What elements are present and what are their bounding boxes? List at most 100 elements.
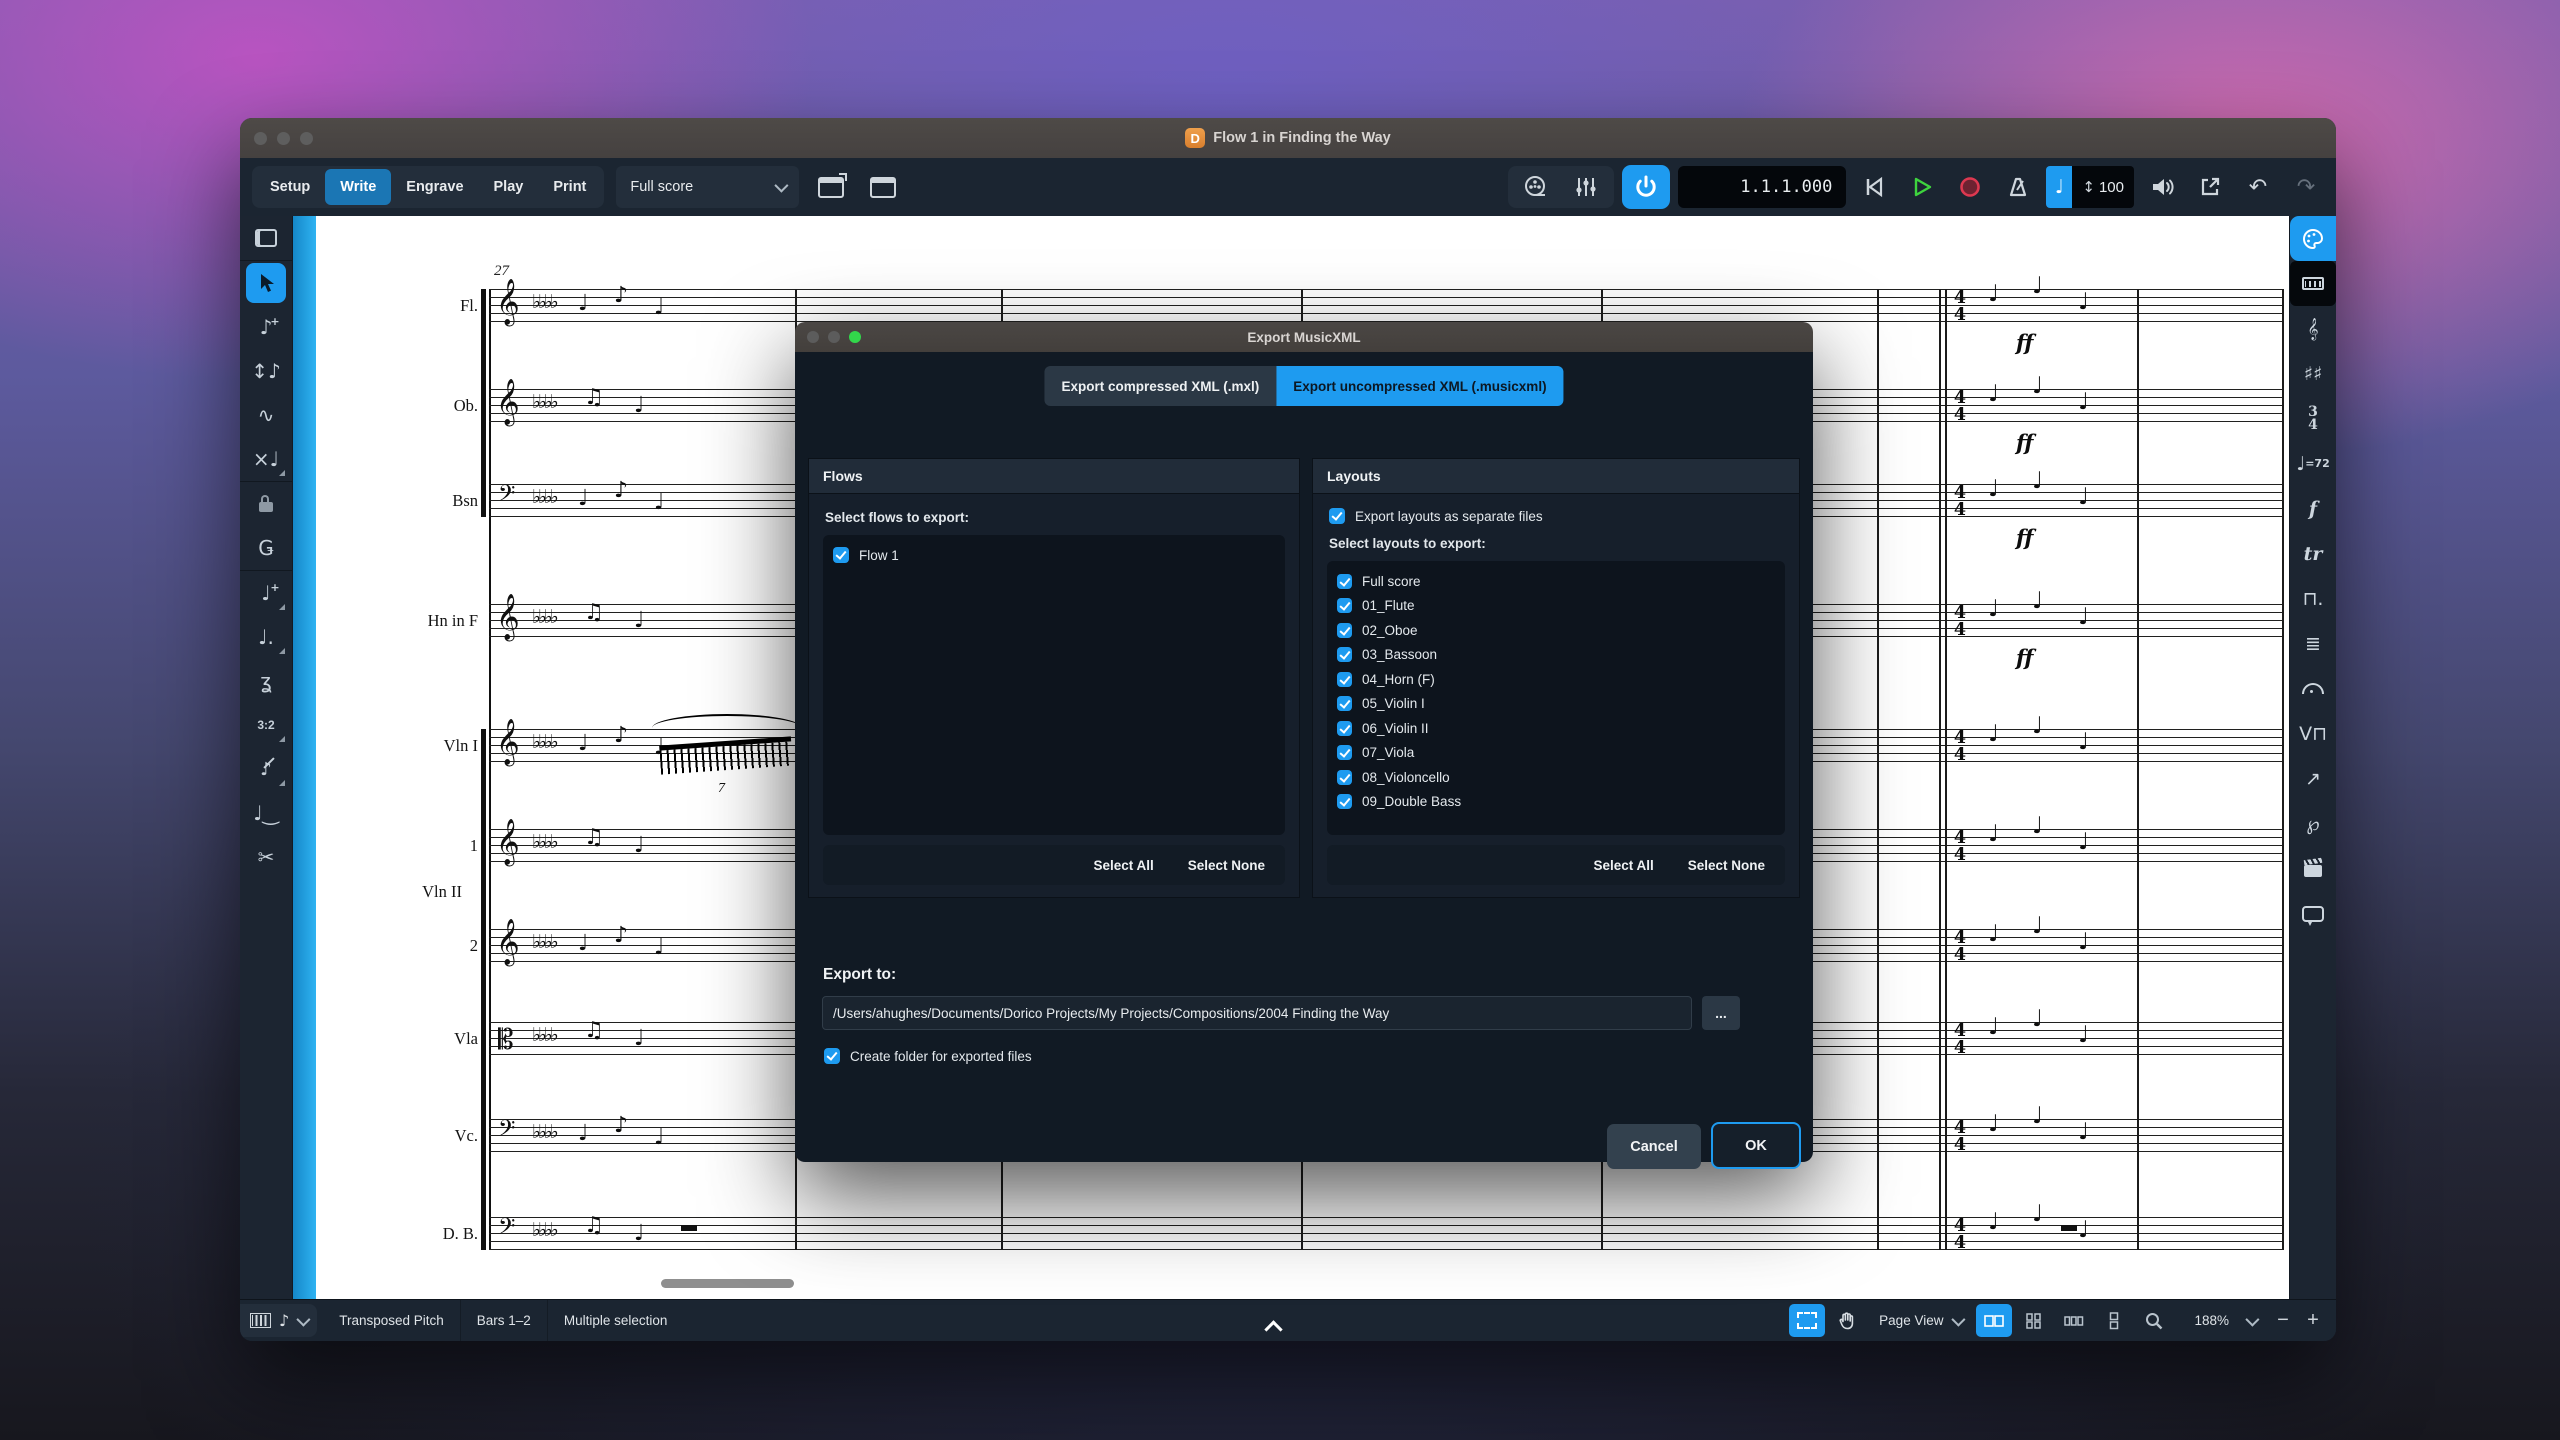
ornament-tool[interactable]: ∿ [240, 393, 292, 437]
metronome-click-button[interactable] [1998, 166, 2038, 208]
vertical-view-button[interactable] [2096, 1304, 2132, 1337]
rest-tool[interactable]: ʓ [240, 659, 292, 703]
ornaments-panel[interactable]: tr [2290, 531, 2336, 576]
layout-list-item[interactable]: 04_Horn (F) [1337, 667, 1775, 692]
lines-panel[interactable]: ↗ [2290, 756, 2336, 801]
layout-checkbox[interactable] [1337, 574, 1352, 589]
hand-tool-button[interactable] [1829, 1304, 1865, 1337]
playing-techniques-panel[interactable]: ≣ [2290, 621, 2336, 666]
record-button[interactable] [1950, 166, 1990, 208]
clef-tool[interactable]: Ǥ [240, 526, 292, 570]
collapse-panel-chevron[interactable] [1267, 1321, 1281, 1329]
mode-tab-play[interactable]: Play [479, 169, 539, 205]
layout-select[interactable]: Full score [616, 166, 799, 208]
mode-tab-setup[interactable]: Setup [255, 169, 325, 205]
export-format-tab-1[interactable]: Export uncompressed XML (.musicxml) [1276, 366, 1563, 406]
zoom-level-select[interactable]: 188% [2174, 1300, 2268, 1341]
layout-list-item[interactable]: 08_Violoncello [1337, 765, 1775, 790]
tempo-panel[interactable]: ♩=72 [2290, 441, 2336, 486]
zoom-tool-button[interactable] [2136, 1304, 2172, 1337]
browse-button[interactable]: ... [1702, 996, 1740, 1030]
zoom-out-button[interactable]: − [2268, 1309, 2298, 1332]
layout-checkbox[interactable] [1337, 672, 1352, 687]
horizontal-scrollbar[interactable] [661, 1279, 794, 1288]
layout-checkbox[interactable] [1337, 696, 1352, 711]
tie-tool[interactable]: ♩‿ [240, 791, 292, 835]
bowing-panel[interactable]: V⊓ [2290, 711, 2336, 756]
horizontal-view-button[interactable] [2056, 1304, 2092, 1337]
note-input-tool[interactable]: ♪+ [240, 305, 292, 349]
pitch-transpose-tool[interactable]: ↕♪ [240, 349, 292, 393]
flows-select-none-button[interactable]: Select None [1188, 858, 1265, 873]
play-button[interactable] [1902, 166, 1942, 208]
onscreen-keyboard-panel[interactable] [2290, 261, 2336, 306]
mode-tab-engrave[interactable]: Engrave [391, 169, 478, 205]
single-window-button[interactable] [863, 166, 903, 208]
layout-list-item[interactable]: Full score [1337, 569, 1775, 594]
tempo-control[interactable]: ♩ ↕100 [2046, 166, 2134, 208]
mode-tab-print[interactable]: Print [538, 169, 601, 205]
mixer-faders-icon[interactable] [1566, 166, 1606, 208]
panel-toggle[interactable] [240, 216, 292, 260]
activate-project-button[interactable] [1622, 165, 1670, 209]
video-panel[interactable] [2290, 846, 2336, 891]
pitch-mode-status[interactable]: Transposed Pitch [323, 1300, 461, 1341]
export-path-input[interactable]: /Users/ahughes/Documents/Dorico Projects… [822, 996, 1692, 1030]
comments-panel[interactable] [2290, 891, 2336, 936]
rhythmic-grid-chip[interactable]: ♪ [240, 1304, 317, 1337]
scissors-tool[interactable]: ✂ [240, 835, 292, 879]
select-tool[interactable] [240, 260, 292, 305]
view-mode-select[interactable]: Page View [1867, 1300, 1974, 1341]
dynamics-panel[interactable]: f [2290, 486, 2336, 531]
layout-list-item[interactable]: 07_Viola [1337, 741, 1775, 766]
export-format-tab-0[interactable]: Export compressed XML (.mxl) [1044, 366, 1276, 406]
grace-note-tool[interactable]: ♪ [240, 747, 292, 791]
dialog-minimize-button[interactable] [828, 331, 840, 343]
mode-tab-write[interactable]: Write [325, 169, 391, 205]
export-layouts-separate-checkbox[interactable] [1329, 508, 1345, 524]
flow-checkbox[interactable] [833, 547, 849, 563]
undo-button[interactable]: ↶ [2238, 166, 2278, 208]
notations-panel-toggle[interactable] [2290, 216, 2336, 261]
holds-pauses-panel[interactable] [2290, 666, 2336, 711]
repeats-panel[interactable]: ⊓. [2290, 576, 2336, 621]
go-to-start-button[interactable] [1854, 166, 1894, 208]
notehead-tool[interactable]: ×♩ [240, 437, 292, 481]
grid-view-button[interactable] [2016, 1304, 2052, 1337]
cancel-button[interactable]: Cancel [1607, 1124, 1701, 1169]
time-signatures-panel[interactable]: 34 [2290, 396, 2336, 441]
layout-checkbox[interactable] [1337, 794, 1352, 809]
clefs-panel[interactable]: 𝄞 [2290, 306, 2336, 351]
tuplet-tool[interactable]: 3:2 [240, 703, 292, 747]
volume-button[interactable] [2142, 166, 2182, 208]
chord-input-tool[interactable]: ♩+ [240, 570, 292, 615]
layouts-select-all-button[interactable]: Select All [1593, 858, 1653, 873]
pedal-panel[interactable]: ℘ [2290, 801, 2336, 846]
new-tab-button[interactable] [811, 166, 851, 208]
layout-list-item[interactable]: 06_Violin II [1337, 716, 1775, 741]
dialog-close-button[interactable] [807, 331, 819, 343]
redo-button[interactable]: ↷ [2286, 166, 2326, 208]
video-reel-icon[interactable] [1516, 166, 1556, 208]
layout-checkbox[interactable] [1337, 598, 1352, 613]
layouts-select-none-button[interactable]: Select None [1688, 858, 1765, 873]
marquee-tool-button[interactable] [1789, 1304, 1825, 1337]
layout-list-item[interactable]: 05_Violin I [1337, 692, 1775, 717]
layout-checkbox[interactable] [1337, 745, 1352, 760]
layout-checkbox[interactable] [1337, 770, 1352, 785]
layout-checkbox[interactable] [1337, 647, 1352, 662]
external-editor-button[interactable] [2190, 166, 2230, 208]
layout-list-item[interactable]: 02_Oboe [1337, 618, 1775, 643]
spreads-view-button[interactable] [1976, 1304, 2012, 1337]
lock-tool[interactable] [240, 481, 292, 526]
dotted-note-tool[interactable]: ♩. [240, 615, 292, 659]
flows-select-all-button[interactable]: Select All [1093, 858, 1153, 873]
layout-checkbox[interactable] [1337, 623, 1352, 638]
dialog-zoom-button[interactable] [849, 331, 861, 343]
layout-list-item[interactable]: 09_Double Bass [1337, 790, 1775, 815]
create-folder-checkbox[interactable] [824, 1048, 840, 1064]
key-signatures-panel[interactable]: ♯♯ [2290, 351, 2336, 396]
flow-list-item[interactable]: Flow 1 [833, 543, 1275, 568]
layout-list-item[interactable]: 03_Bassoon [1337, 643, 1775, 668]
zoom-in-button[interactable]: + [2298, 1309, 2328, 1332]
